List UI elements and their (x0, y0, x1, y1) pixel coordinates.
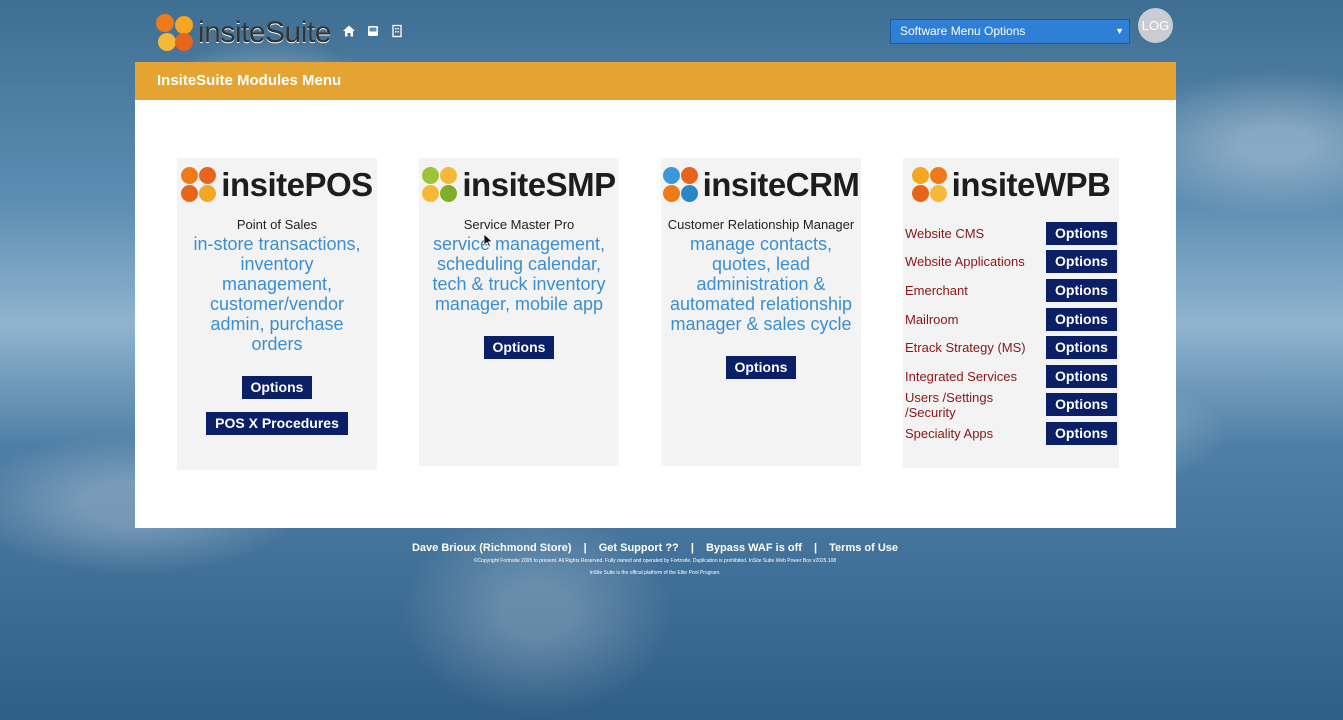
crm-options-button[interactable]: Options (725, 356, 797, 379)
module-card-wpb: insiteWPB Website CMS Options Website Ap… (903, 158, 1119, 468)
module-name-wpb: insiteWPB (951, 166, 1111, 203)
home-icon[interactable] (342, 24, 356, 38)
logo-mark-icon (156, 14, 194, 52)
insitesuite-logo[interactable]: insiteSuite (156, 14, 331, 52)
list-item: Emerchant Options (905, 276, 1117, 305)
list-item: Etrack Strategy (MS) Options (905, 333, 1117, 362)
wpb-options-button[interactable]: Options (1046, 221, 1117, 245)
footer-copyright-platform: InSite Suite is the offical platform of … (589, 570, 721, 576)
footer: Dave Brioux (Richmond Store) | Get Suppo… (0, 542, 1310, 578)
wpb-item-label[interactable]: Speciality Apps (905, 426, 993, 441)
wpb-options-button[interactable]: Options (1046, 307, 1117, 331)
wpb-item-label[interactable]: Website CMS (905, 226, 984, 241)
wpb-options-button[interactable]: Options (1046, 421, 1117, 445)
module-subtitle-pos: Point of Sales (236, 217, 318, 232)
module-description-crm: manage contacts, quotes, lead administra… (669, 234, 853, 334)
footer-separator: | (583, 542, 587, 554)
wpb-logo-icon (911, 167, 948, 203)
chevron-down-icon: ▼ (1115, 26, 1124, 36)
module-logo-crm: insiteCRM (661, 163, 861, 207)
wpb-item-label[interactable]: Integrated Services (905, 369, 1017, 384)
wpb-item-label[interactable]: Users /Settings /Security (905, 390, 1046, 420)
module-subtitle-smp: Service Master Pro (463, 217, 575, 232)
wpb-options-button[interactable]: Options (1046, 393, 1117, 417)
footer-terms-link[interactable]: Terms of Use (829, 542, 898, 554)
wpb-options-button[interactable]: Options (1046, 336, 1117, 360)
pos-x-procedures-button[interactable]: POS X Procedures (206, 412, 348, 435)
wpb-options-button[interactable]: Options (1046, 278, 1117, 302)
wpb-options-button[interactable]: Options (1046, 250, 1117, 274)
module-card-crm: insiteCRM Customer Relationship Manager … (661, 158, 861, 466)
software-menu-select[interactable]: Software Menu Options ▼ (890, 19, 1130, 44)
list-item: Mailroom Options (905, 305, 1117, 334)
pos-options-button[interactable]: Options (241, 376, 313, 399)
module-logo-smp: insiteSMP (419, 163, 619, 207)
footer-waf-link[interactable]: Bypass WAF is off (706, 542, 802, 554)
log-button[interactable]: LOG (1138, 8, 1173, 43)
logo-text: insiteSuite (198, 16, 331, 49)
wpb-options-list: Website CMS Options Website Applications… (905, 219, 1117, 448)
crm-logo-icon (662, 167, 699, 203)
wpb-item-label[interactable]: Mailroom (905, 312, 958, 327)
list-item: Speciality Apps Options (905, 419, 1117, 448)
footer-user-link[interactable]: Dave Brioux (Richmond Store) (412, 542, 572, 554)
wpb-item-label[interactable]: Website Applications (905, 254, 1025, 269)
top-nav-icons (342, 24, 404, 38)
smp-logo-icon (422, 167, 458, 203)
smp-options-button[interactable]: Options (483, 336, 555, 359)
footer-support-link[interactable]: Get Support ?? (599, 542, 679, 554)
module-name-crm: insiteCRM (702, 166, 860, 203)
list-item: Users /Settings /Security Options (905, 390, 1117, 420)
footer-separator: | (690, 542, 694, 554)
module-description-pos: in-store transactions, inventory managem… (193, 234, 361, 354)
panel-title: InsiteSuite Modules Menu (135, 62, 1176, 100)
wpb-item-label[interactable]: Etrack Strategy (MS) (905, 340, 1026, 355)
module-subtitle-crm: Customer Relationship Manager (667, 217, 855, 232)
module-card-smp: insiteSMP Service Master Pro service man… (419, 158, 619, 466)
inbox-icon[interactable] (366, 24, 380, 38)
wpb-options-button[interactable]: Options (1046, 364, 1117, 388)
modules-panel: InsiteSuite Modules Menu insitePOS Point… (135, 62, 1176, 528)
wpb-item-label[interactable]: Emerchant (905, 283, 968, 298)
module-name-pos: insitePOS (221, 166, 373, 203)
list-item: Website Applications Options (905, 248, 1117, 277)
module-logo-wpb: insiteWPB (903, 163, 1119, 207)
list-item: Integrated Services Options (905, 362, 1117, 391)
list-item: Website CMS Options (905, 219, 1117, 248)
footer-links: Dave Brioux (Richmond Store) | Get Suppo… (0, 542, 1310, 554)
pos-logo-icon (181, 167, 217, 203)
footer-copyright: ©Copyright Fortnsite 2005 to present. Al… (473, 558, 837, 564)
module-card-pos: insitePOS Point of Sales in-store transa… (177, 158, 377, 470)
software-menu-select-value: Software Menu Options (900, 24, 1026, 38)
module-logo-pos: insitePOS (177, 163, 377, 207)
footer-separator: | (814, 542, 818, 554)
building-icon[interactable] (390, 24, 404, 38)
module-description-smp: service management, scheduling calendar,… (432, 234, 606, 314)
module-name-smp: insiteSMP (462, 166, 616, 203)
